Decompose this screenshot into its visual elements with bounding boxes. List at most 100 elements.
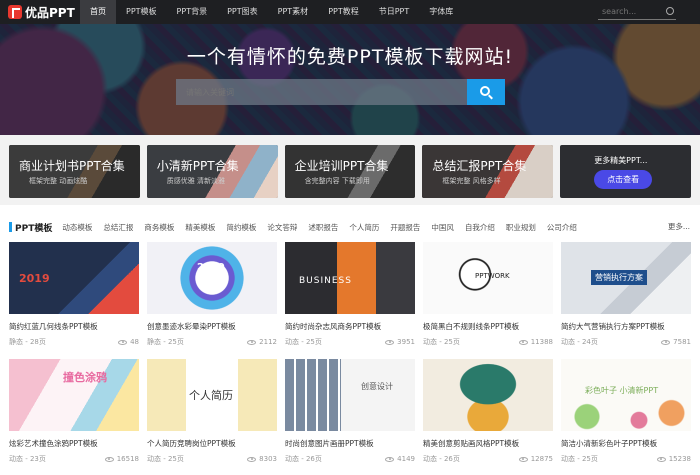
template-info: 动态 - 25页 (561, 454, 598, 464)
template-title[interactable]: 时尚创意图片画册PPT模板 (285, 438, 415, 449)
tab-chinese-style[interactable]: 中国风 (431, 222, 454, 233)
tab-company[interactable]: 公司介绍 (547, 222, 577, 233)
more-link[interactable]: 更多... (668, 221, 690, 232)
section-marker (9, 222, 12, 232)
nav-item-backgrounds[interactable]: PPT背景 (167, 0, 218, 24)
template-card[interactable]: BUSINESS 简约时尚杂志风商务PPT模板 动态 - 25页 3951 (285, 242, 415, 347)
template-title[interactable]: 精美创意剪贴画风格PPT模板 (423, 438, 553, 449)
category-subtitle: 质感优雅 清新淡雅 (167, 176, 225, 186)
nav-item-tutorials[interactable]: PPT教程 (318, 0, 369, 24)
tab-summary[interactable]: 总结汇报 (103, 222, 133, 233)
nav-item-charts[interactable]: PPT图表 (217, 0, 268, 24)
template-info: 动态 - 23页 (9, 454, 46, 464)
tab-minimal[interactable]: 简约模板 (226, 222, 256, 233)
template-title[interactable]: 个人简历竞聘岗位PPT模板 (147, 438, 277, 449)
category-training[interactable]: 企业培训PPT合集 含完整内容 下载即用 (285, 145, 416, 198)
template-card[interactable]: 彩色叶子 小清新PPT 简洁小清新彩色叶子PPT模板 动态 - 25页 1523… (561, 359, 691, 464)
keyword-search-input[interactable] (176, 79, 467, 105)
template-thumbnail[interactable]: 撞色涂鸦 (9, 359, 139, 431)
template-title[interactable]: 简约时尚杂志风商务PPT模板 (285, 321, 415, 332)
nav-item-templates[interactable]: PPT模板 (116, 0, 167, 24)
search-icon[interactable] (666, 7, 674, 15)
template-thumbnail[interactable]: BUSINESS (285, 242, 415, 314)
template-card[interactable]: 营销执行方案 简约大气营销执行方案PPT模板 动态 - 24页 7581 (561, 242, 691, 347)
template-thumbnail[interactable]: 2019 (9, 242, 139, 314)
template-thumbnail[interactable]: 2019 (147, 242, 277, 314)
top-search-input[interactable] (598, 4, 660, 19)
hero-search-button[interactable] (467, 79, 505, 105)
template-title[interactable]: 炫彩艺术撞色涂鸦PPT模板 (9, 438, 139, 449)
hero-search-bar (176, 79, 505, 105)
view-count-value: 11388 (531, 338, 553, 346)
view-count-value: 8303 (259, 455, 277, 463)
site-logo[interactable]: 优品PPT (0, 4, 80, 21)
template-title[interactable]: 创意墨迹水彩晕染PPT模板 (147, 321, 277, 332)
hero-banner: 一个有情怀的免费PPT模板下载网站! (0, 24, 700, 135)
eye-icon (519, 457, 528, 462)
category-title: 商业计划书PPT合集 (19, 157, 125, 174)
template-meta: 动态 - 25页 11388 (423, 337, 553, 347)
eye-icon (657, 457, 666, 462)
tab-report[interactable]: 述职报告 (308, 222, 338, 233)
template-card[interactable]: PPTWORK 极简黑白不规则线条PPT模板 动态 - 25页 11388 (423, 242, 553, 347)
tab-thesis[interactable]: 论文答辩 (267, 222, 297, 233)
template-thumbnail[interactable]: 个人简历 (147, 359, 277, 431)
template-title[interactable]: 简约大气营销执行方案PPT模板 (561, 321, 691, 332)
template-meta: 动态 - 25页 8303 (147, 454, 277, 464)
view-count: 3951 (385, 338, 415, 346)
tab-dynamic[interactable]: 动态模板 (62, 222, 92, 233)
template-card[interactable]: 撞色涂鸦 炫彩艺术撞色涂鸦PPT模板 动态 - 23页 16518 (9, 359, 139, 464)
template-thumbnail[interactable] (423, 359, 553, 431)
template-title[interactable]: 极简黑白不规则线条PPT模板 (423, 321, 553, 332)
thumbnail-text: PPTWORK (475, 272, 510, 280)
tab-proposal[interactable]: 开题报告 (390, 222, 420, 233)
view-count: 7581 (661, 338, 691, 346)
template-thumbnail[interactable]: PPTWORK (423, 242, 553, 314)
view-count-value: 48 (130, 338, 139, 346)
template-grid: 2019 简约红蓝几何线条PPT模板 静态 - 28页 48 2019 创意墨迹… (9, 242, 691, 464)
view-count-value: 7581 (673, 338, 691, 346)
view-count: 16518 (105, 455, 139, 463)
view-count-value: 16518 (117, 455, 139, 463)
thumbnail-text: 创意设计 (361, 381, 393, 392)
nav-item-fonts[interactable]: 字体库 (419, 0, 463, 24)
tab-career[interactable]: 职业规划 (506, 222, 536, 233)
thumbnail-text: 彩色叶子 小清新PPT (585, 385, 658, 396)
category-summary[interactable]: 总结汇报PPT合集 框架完整 风格多样 (422, 145, 553, 198)
view-count: 12875 (519, 455, 553, 463)
template-meta: 静态 - 28页 48 (9, 337, 139, 347)
template-card[interactable]: 2019 简约红蓝几何线条PPT模板 静态 - 28页 48 (9, 242, 139, 347)
template-meta: 静态 - 25页 2112 (147, 337, 277, 347)
template-section: PPT模板 动态模板 总结汇报 商务模板 精美模板 简约模板 论文答辩 述职报告… (0, 205, 700, 475)
more-templates-banner[interactable]: 更多精美PPT... 点击查看 (560, 145, 691, 198)
template-thumbnail[interactable]: 创意设计 (285, 359, 415, 431)
tab-resume[interactable]: 个人简历 (349, 222, 379, 233)
view-count: 48 (118, 338, 139, 346)
template-info: 静态 - 28页 (9, 337, 46, 347)
tab-self-intro[interactable]: 自我介绍 (465, 222, 495, 233)
template-info: 动态 - 26页 (285, 454, 322, 464)
template-title[interactable]: 简洁小清新彩色叶子PPT模板 (561, 438, 691, 449)
template-card[interactable]: 个人简历 个人简历竞聘岗位PPT模板 动态 - 25页 8303 (147, 359, 277, 464)
logo-text: 优品PPT (25, 4, 75, 21)
nav-item-home[interactable]: 首页 (80, 0, 116, 24)
template-meta: 动态 - 26页 4149 (285, 454, 415, 464)
category-business-plan[interactable]: 商业计划书PPT合集 框架完整 动画炫酷 (9, 145, 140, 198)
template-title[interactable]: 简约红蓝几何线条PPT模板 (9, 321, 139, 332)
nav-item-materials[interactable]: PPT素材 (268, 0, 319, 24)
view-more-button[interactable]: 点击查看 (594, 170, 652, 189)
template-thumbnail[interactable]: 营销执行方案 (561, 242, 691, 314)
category-tabs: PPT模板 动态模板 总结汇报 商务模板 精美模板 简约模板 论文答辩 述职报告… (9, 220, 690, 234)
category-fresh[interactable]: 小清新PPT合集 质感优雅 清新淡雅 (147, 145, 278, 198)
template-thumbnail[interactable]: 彩色叶子 小清新PPT (561, 359, 691, 431)
tab-business[interactable]: 商务模板 (144, 222, 174, 233)
thumbnail-text: 个人简历 (189, 387, 233, 403)
template-card[interactable]: 2019 创意墨迹水彩晕染PPT模板 静态 - 25页 2112 (147, 242, 277, 347)
tab-premium[interactable]: 精美模板 (185, 222, 215, 233)
template-card[interactable]: 精美创意剪贴画风格PPT模板 动态 - 26页 12875 (423, 359, 553, 464)
nav-item-holiday[interactable]: 节日PPT (369, 0, 420, 24)
thumbnail-text: BUSINESS (299, 276, 352, 286)
view-count-value: 12875 (531, 455, 553, 463)
template-card[interactable]: 创意设计 时尚创意图片画册PPT模板 动态 - 26页 4149 (285, 359, 415, 464)
template-meta: 动态 - 25页 15238 (561, 454, 691, 464)
